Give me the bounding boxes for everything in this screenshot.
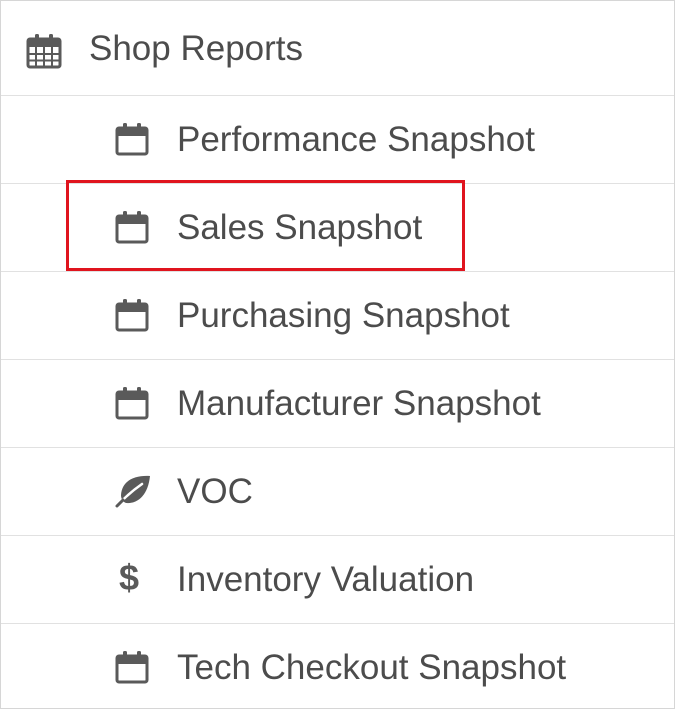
dollar-icon: $ [119, 557, 140, 598]
menu-item-label: Sales Snapshot [177, 208, 423, 247]
menu-item-label: Purchasing Snapshot [177, 296, 510, 335]
menu-item-inventory-valuation[interactable]: $ Inventory Valuation [1, 535, 674, 623]
menu-item-label: Inventory Valuation [177, 560, 475, 599]
shop-reports-menu: Shop Reports Performance Snapshot Sales … [0, 0, 675, 709]
menu-item-tech-checkout-snapshot[interactable]: Tech Checkout Snapshot [1, 623, 674, 709]
menu-item-manufacturer-snapshot[interactable]: Manufacturer Snapshot [1, 359, 674, 447]
calendar-icon [114, 385, 150, 426]
menu-item-label: Manufacturer Snapshot [177, 384, 541, 423]
menu-item-label: Performance Snapshot [177, 120, 535, 159]
menu-item-label: VOC [177, 472, 253, 511]
menu-header-label: Shop Reports [89, 29, 304, 68]
menu-item-purchasing-snapshot[interactable]: Purchasing Snapshot [1, 271, 674, 359]
calendar-grid-icon [26, 33, 62, 74]
menu-item-performance-snapshot[interactable]: Performance Snapshot [1, 95, 674, 183]
calendar-icon [114, 297, 150, 338]
calendar-icon [114, 649, 150, 690]
menu-item-voc[interactable]: VOC [1, 447, 674, 535]
menu-item-sales-snapshot[interactable]: Sales Snapshot [1, 183, 674, 271]
calendar-icon [114, 121, 150, 162]
leaf-icon [114, 473, 154, 514]
menu-item-label: Tech Checkout Snapshot [177, 648, 567, 687]
calendar-icon [114, 209, 150, 250]
menu-header-shop-reports[interactable]: Shop Reports [1, 0, 674, 95]
